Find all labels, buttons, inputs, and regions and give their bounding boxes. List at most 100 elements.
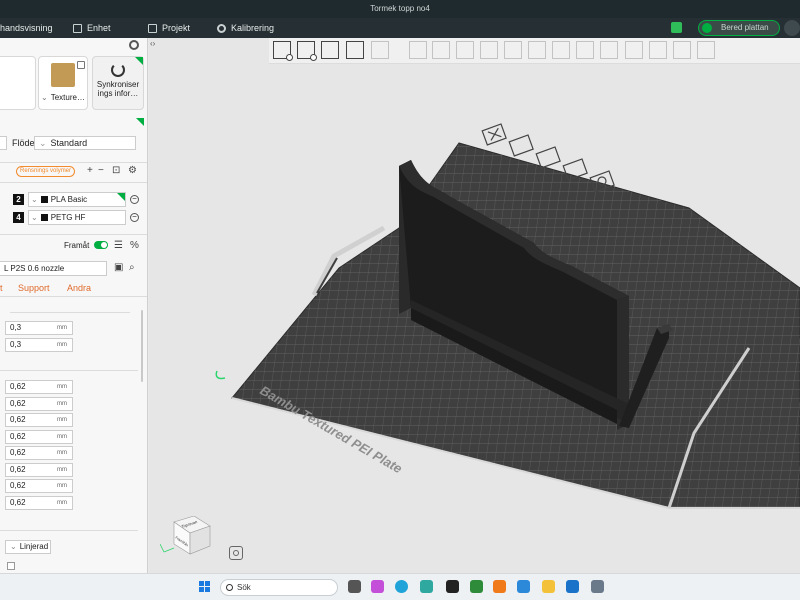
param-field[interactable]: 0,62 mm <box>5 397 73 411</box>
purge-volumes-button[interactable]: Rensnings volymer <box>16 166 76 177</box>
option-checkbox[interactable] <box>7 562 15 570</box>
menu-item-label: Kalibrering <box>231 23 275 33</box>
rotate-icon[interactable] <box>432 41 450 59</box>
measure-icon[interactable] <box>625 41 643 59</box>
toggle-dot-icon <box>702 23 712 33</box>
wall-generator-select[interactable]: ⌄ Linjerad <box>5 540 51 554</box>
tab-support[interactable]: Support <box>18 283 50 293</box>
fusion-icon[interactable] <box>493 580 506 593</box>
menu-item-calibration[interactable]: Kalibrering <box>217 18 274 38</box>
chevron-down-icon: ⌄ <box>41 93 48 102</box>
flow-select[interactable]: ⌄ Standard <box>34 136 136 150</box>
view-cube[interactable]: Top/ovan Framifrån <box>160 516 216 556</box>
menu-item-device[interactable]: Enhet <box>73 18 111 38</box>
param-field[interactable]: 0,62 mm <box>5 413 73 427</box>
add-filament-button[interactable]: + <box>87 166 93 176</box>
zoom-to-fit-icon[interactable] <box>229 546 243 560</box>
tab-other[interactable]: Andra <box>67 283 91 293</box>
windows-start-icon[interactable] <box>199 581 211 593</box>
compare-icon[interactable]: % <box>130 241 139 251</box>
more-button[interactable] <box>784 20 800 36</box>
text-icon[interactable] <box>600 41 618 59</box>
menu-item-preview[interactable]: handsvisning <box>0 18 53 38</box>
filament-color-swatch[interactable] <box>40 196 48 203</box>
3d-viewport[interactable]: Bambu Textured PEI Plate Top/ovan Framif… <box>149 38 800 573</box>
plate-texture-thumbnail <box>51 63 75 87</box>
seam-paint-icon[interactable] <box>576 41 594 59</box>
divider <box>0 182 147 183</box>
filament-remove-icon[interactable]: − <box>130 213 139 222</box>
printer-settings-gear-icon[interactable] <box>129 40 139 50</box>
boolean-icon[interactable] <box>528 41 546 59</box>
arrange-all-icon[interactable] <box>346 41 364 59</box>
move-icon[interactable] <box>409 41 427 59</box>
sync-info-button[interactable]: Synkroniser ings infor… <box>92 56 144 110</box>
color-paint-icon[interactable] <box>673 41 691 59</box>
plate-type-card[interactable]: ⌄ Texture… <box>38 56 88 110</box>
assembly-icon[interactable] <box>649 41 667 59</box>
filament-select[interactable]: ⌄ PLA Basic <box>28 192 126 207</box>
remove-filament-button[interactable]: − <box>98 166 104 176</box>
param-field[interactable]: 0,3 mm <box>5 321 73 335</box>
lay-on-face-icon[interactable] <box>480 41 498 59</box>
edge-icon[interactable] <box>395 580 408 593</box>
param-field[interactable]: 0,62 mm <box>5 430 73 444</box>
add-plate-icon[interactable] <box>297 41 317 61</box>
info-icon[interactable] <box>77 61 85 69</box>
search-icon[interactable]: ⌕ <box>129 263 135 273</box>
plate-settings-icon[interactable] <box>508 134 534 157</box>
filament-remove-icon[interactable]: − <box>130 195 139 204</box>
variable-layer-icon[interactable] <box>697 41 715 59</box>
advanced-toggle[interactable] <box>94 241 108 249</box>
auto-orient-icon[interactable] <box>321 41 339 59</box>
filament-sync-icon[interactable]: ⊡ <box>112 166 120 176</box>
collapse-sidebar-icon[interactable]: ‹› <box>150 39 155 48</box>
filament-header: Rensnings volymer + − ⊡ ⚙ <box>0 163 147 181</box>
list-icon[interactable]: ☰ <box>114 241 123 251</box>
bambu-studio-icon[interactable] <box>446 580 459 593</box>
save-icon[interactable]: ▣ <box>114 263 123 273</box>
filament-index: 4 <box>13 212 24 223</box>
store-icon[interactable] <box>420 580 433 593</box>
filament-select[interactable]: ⌄ PETG HF <box>28 210 126 225</box>
param-field[interactable]: 0,62 mm <box>5 380 73 394</box>
tab-strength[interactable]: t <box>0 283 3 293</box>
flow-row: Flöde ⌄ Standard <box>0 136 147 152</box>
process-preset-row: L P2S 0.6 nozzle ▣ ⌕ <box>0 261 147 277</box>
calculator-icon[interactable] <box>591 580 604 593</box>
add-object-icon[interactable] <box>273 41 293 61</box>
outlook-icon[interactable] <box>566 580 579 593</box>
divider <box>0 530 138 531</box>
dropbox-icon[interactable] <box>517 580 530 593</box>
scale-icon[interactable] <box>456 41 474 59</box>
corner-indicator <box>117 193 125 201</box>
param-field[interactable]: 0,62 mm <box>5 463 73 477</box>
copilot-icon[interactable] <box>371 580 384 593</box>
split-objects-icon[interactable] <box>371 41 389 59</box>
param-field[interactable]: 0,62 mm <box>5 446 73 460</box>
build-plate-scene[interactable]: Bambu Textured PEI Plate <box>149 38 800 573</box>
prepare-plate-button[interactable]: Bered plattan <box>698 20 780 36</box>
menu-item-project[interactable]: Projekt <box>148 18 190 38</box>
settings-scrollbar[interactable] <box>141 310 143 382</box>
arrange-icon[interactable] <box>535 146 561 169</box>
project-icon <box>148 23 157 33</box>
filament-color-swatch[interactable] <box>40 214 48 221</box>
support-paint-icon[interactable] <box>552 41 570 59</box>
divider <box>0 234 147 235</box>
printer-card[interactable] <box>0 56 36 110</box>
param-field[interactable]: 0,62 mm <box>5 479 73 493</box>
menu-item-label: Projekt <box>162 23 191 33</box>
process-preset-select[interactable]: L P2S 0.6 nozzle <box>0 261 107 276</box>
task-view-icon[interactable] <box>348 580 361 593</box>
file-explorer-icon[interactable] <box>542 580 555 593</box>
param-field[interactable]: 0,3 mm <box>5 338 73 352</box>
filament-settings-gear-icon[interactable]: ⚙ <box>128 166 137 176</box>
cut-icon[interactable] <box>504 41 522 59</box>
param-field[interactable]: 0,62 mm <box>5 496 73 510</box>
layout-toggle-icon[interactable] <box>671 22 682 33</box>
flow-input[interactable] <box>0 136 7 150</box>
excel-icon[interactable] <box>470 580 483 593</box>
sync-icon <box>111 63 125 77</box>
taskbar-search[interactable]: Sök <box>220 579 338 596</box>
